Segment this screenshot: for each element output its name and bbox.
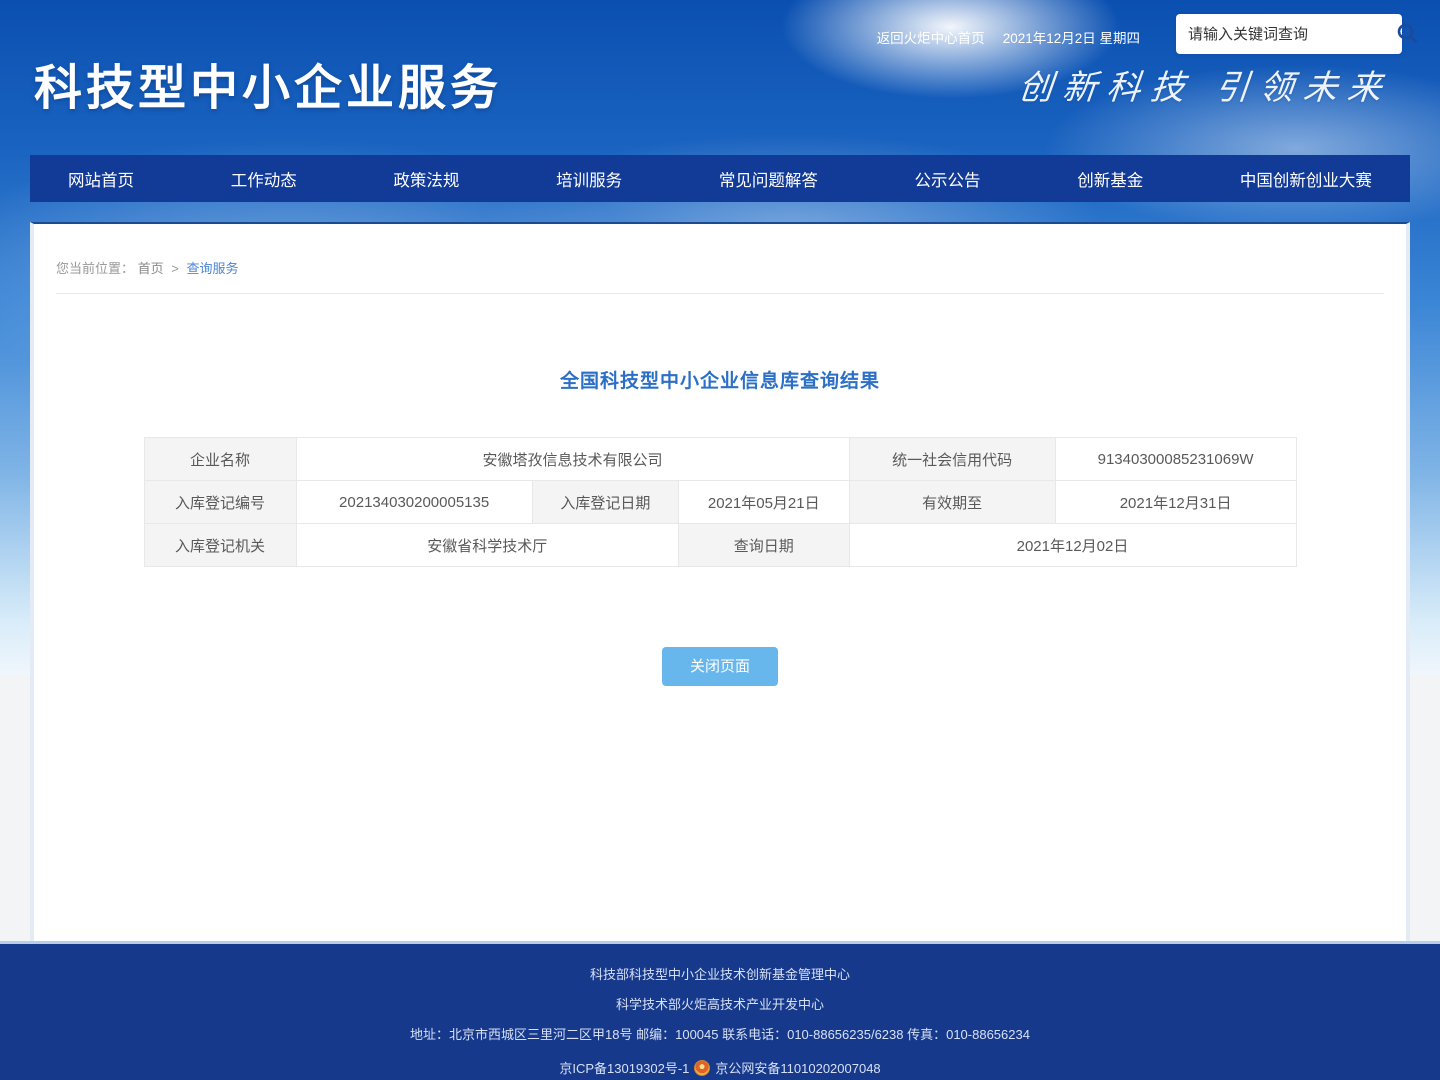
nav-item-innovation-fund[interactable]: 创新基金 (1067, 155, 1153, 202)
nav-item-work-news[interactable]: 工作动态 (221, 155, 307, 202)
footer-org-line1: 科技部科技型中小企业技术创新基金管理中心 (0, 968, 1440, 982)
breadcrumb-current-link[interactable]: 查询服务 (187, 261, 239, 276)
footer-security-text: 京公网安备11010202007048 (715, 1058, 880, 1077)
label-registration-authority: 入库登记机关 (144, 524, 296, 567)
breadcrumb-home-link[interactable]: 首页 (138, 261, 164, 276)
table-row: 入库登记机关 安徽省科学技术厅 查询日期 2021年12月02日 (144, 524, 1296, 567)
page-title: 全国科技型中小企业信息库查询结果 (34, 366, 1406, 393)
footer-org-line2: 科学技术部火炬高技术产业开发中心 (0, 998, 1440, 1012)
footer-contact-line: 地址：北京市西城区三里河二区甲18号 邮编：100045 联系电话：010-88… (0, 1028, 1440, 1042)
label-credit-code: 统一社会信用代码 (849, 438, 1055, 481)
search-input[interactable] (1176, 26, 1395, 43)
value-credit-code: 91340300085231069W (1055, 438, 1296, 481)
breadcrumb-separator: > (171, 261, 179, 276)
breadcrumb-prefix: 您当前位置： (56, 261, 134, 276)
search-icon (1395, 21, 1419, 48)
nav-item-home[interactable]: 网站首页 (58, 155, 144, 202)
back-to-torch-center-link[interactable]: 返回火炬中心首页 (877, 27, 985, 47)
value-registration-date: 2021年05月21日 (679, 481, 849, 524)
value-company-name: 安徽塔孜信息技术有限公司 (296, 438, 849, 481)
header-slogan: 创新科技 引领未来 (1017, 60, 1395, 109)
police-badge-icon (694, 1060, 710, 1076)
label-valid-until: 有效期至 (849, 481, 1055, 524)
search-button[interactable] (1395, 14, 1419, 54)
footer-icp-text: 京ICP备13019302号-1 (559, 1058, 689, 1077)
breadcrumb: 您当前位置： 首页 > 查询服务 (56, 258, 1384, 294)
label-query-date: 查询日期 (679, 524, 849, 567)
label-registration-number: 入库登记编号 (144, 481, 296, 524)
query-result-table: 企业名称 安徽塔孜信息技术有限公司 统一社会信用代码 9134030008523… (144, 437, 1297, 567)
value-registration-number: 202134030200005135 (296, 481, 532, 524)
search-box (1176, 14, 1402, 54)
footer: 科技部科技型中小企业技术创新基金管理中心 科学技术部火炬高技术产业开发中心 地址… (0, 941, 1440, 1080)
close-page-button[interactable]: 关闭页面 (662, 647, 778, 686)
nav-item-innovation-contest[interactable]: 中国创新创业大赛 (1230, 155, 1382, 202)
current-date: 2021年12月2日 星期四 (1003, 27, 1140, 47)
nav-item-policies[interactable]: 政策法规 (383, 155, 469, 202)
table-row: 企业名称 安徽塔孜信息技术有限公司 统一社会信用代码 9134030008523… (144, 438, 1296, 481)
label-registration-date: 入库登记日期 (532, 481, 678, 524)
nav-item-announcements[interactable]: 公示公告 (905, 155, 991, 202)
value-valid-until: 2021年12月31日 (1055, 481, 1296, 524)
label-company-name: 企业名称 (144, 438, 296, 481)
table-row: 入库登记编号 202134030200005135 入库登记日期 2021年05… (144, 481, 1296, 524)
value-registration-authority: 安徽省科学技术厅 (296, 524, 678, 567)
nav-item-training[interactable]: 培训服务 (546, 155, 632, 202)
value-query-date: 2021年12月02日 (849, 524, 1296, 567)
header: 科技型中小企业服务 创新科技 引领未来 返回火炬中心首页 2021年12月2日 … (0, 0, 1440, 155)
nav-item-faq[interactable]: 常见问题解答 (709, 155, 828, 202)
content-panel: 您当前位置： 首页 > 查询服务 全国科技型中小企业信息库查询结果 企业名称 安… (30, 222, 1410, 941)
site-title: 科技型中小企业服务 (34, 48, 502, 118)
main-nav: 网站首页 工作动态 政策法规 培训服务 常见问题解答 公示公告 创新基金 中国创… (30, 155, 1410, 202)
